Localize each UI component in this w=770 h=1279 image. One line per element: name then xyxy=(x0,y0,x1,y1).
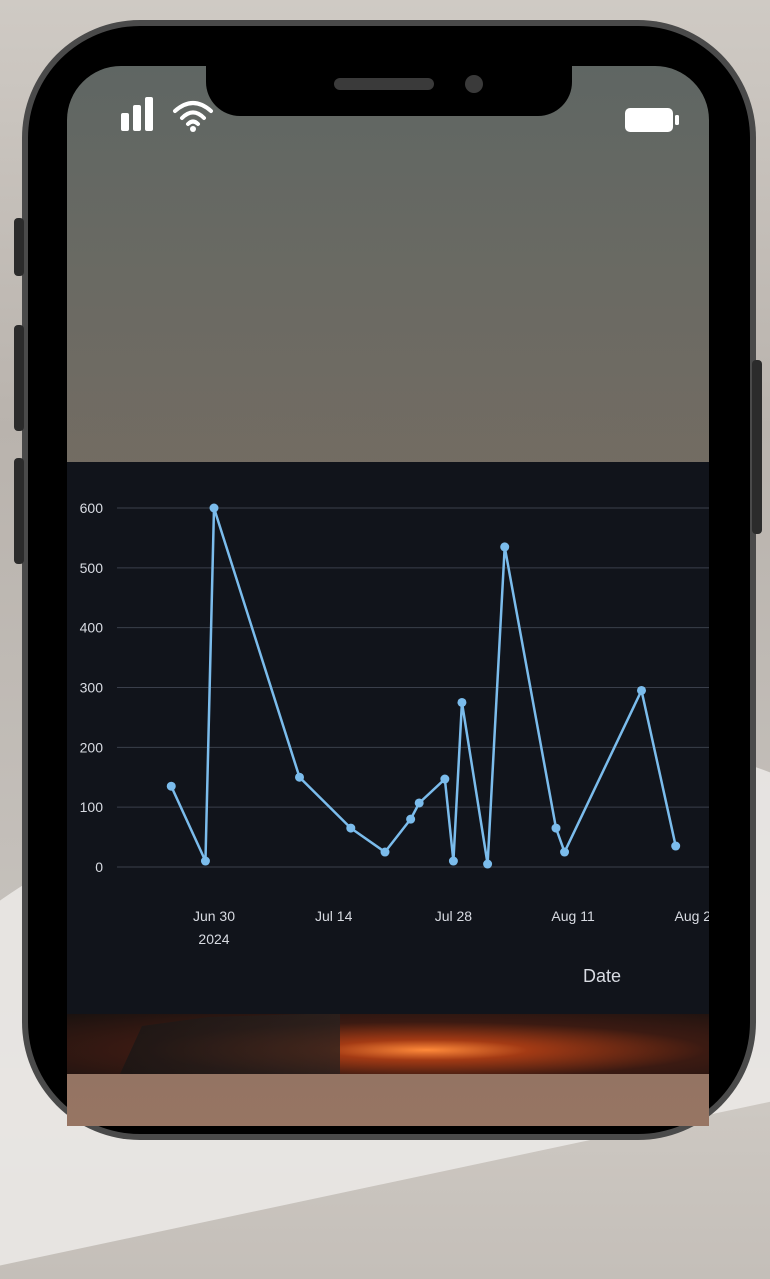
x-tick-label: Jul 28 xyxy=(435,908,473,924)
data-point[interactable] xyxy=(671,841,681,851)
y-tick-label: 300 xyxy=(80,680,104,696)
data-point[interactable] xyxy=(637,685,646,695)
wifi-icon xyxy=(173,101,213,132)
data-point[interactable] xyxy=(200,856,210,866)
front-camera xyxy=(465,75,483,93)
battery-icon xyxy=(625,108,679,132)
data-point[interactable] xyxy=(406,814,416,824)
series-line xyxy=(170,506,677,866)
x-tick-sublabel: 2024 xyxy=(198,931,229,947)
series-line-layer xyxy=(170,506,677,866)
data-point[interactable] xyxy=(295,772,304,782)
data-point[interactable] xyxy=(448,856,458,866)
data-point[interactable] xyxy=(457,697,467,707)
y-tick-label: 100 xyxy=(80,799,104,815)
mute-switch xyxy=(14,218,24,276)
line-chart-panel: 0 100 200 300 400 500 600 Jun 30 2024 Jul 14 Jul … xyxy=(67,462,709,1014)
data-point[interactable] xyxy=(380,847,390,857)
data-point[interactable] xyxy=(209,503,219,513)
x-axis-ticks: Jun 30 2024 Jul 14 Jul 28 Aug 11 Aug 2 xyxy=(193,908,709,947)
volume-up-button xyxy=(14,325,24,431)
speaker-grille xyxy=(334,78,434,90)
data-point[interactable] xyxy=(166,781,176,791)
data-point[interactable] xyxy=(560,847,570,857)
x-tick-label: Aug 11 xyxy=(551,908,595,924)
data-point[interactable] xyxy=(551,823,561,833)
y-tick-label: 200 xyxy=(80,739,104,755)
data-point[interactable] xyxy=(440,774,450,784)
x-tick-label: Jul 14 xyxy=(315,908,353,924)
x-tick-label: Aug 2 xyxy=(675,908,709,924)
volume-down-button xyxy=(14,458,24,564)
data-point[interactable] xyxy=(500,542,510,552)
data-point[interactable] xyxy=(483,859,493,869)
x-axis-title: Date xyxy=(583,966,621,986)
data-point[interactable] xyxy=(414,798,424,808)
x-tick-label: Jun 30 xyxy=(193,908,235,924)
signal-bars-icon xyxy=(121,97,153,131)
y-tick-label: 600 xyxy=(80,500,104,516)
y-tick-label: 0 xyxy=(95,859,103,875)
data-points xyxy=(166,503,681,869)
data-point[interactable] xyxy=(346,823,356,833)
y-tick-label: 500 xyxy=(80,560,104,576)
y-tick-label: 400 xyxy=(80,620,104,636)
notch xyxy=(206,66,572,116)
power-button xyxy=(752,360,762,534)
y-axis-ticks: 0 100 200 300 400 500 600 xyxy=(80,500,104,875)
line-chart: 0 100 200 300 400 500 600 Jun 30 2024 Jul 14 Jul … xyxy=(80,500,709,986)
